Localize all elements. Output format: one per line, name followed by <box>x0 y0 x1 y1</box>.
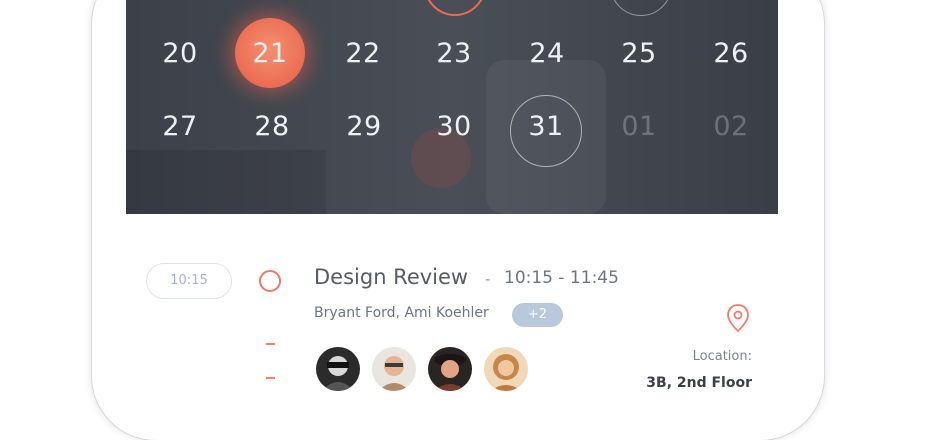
avatar[interactable] <box>484 347 528 391</box>
avatar[interactable] <box>428 347 472 391</box>
avatar[interactable] <box>316 347 360 391</box>
day-cell[interactable]: 30 <box>419 111 489 143</box>
background-photo-shape <box>126 150 326 214</box>
avatar[interactable] <box>372 347 416 391</box>
calendar-grid: 20 21 22 23 24 25 26 27 28 29 30 31 01 0… <box>126 0 778 214</box>
app-screen: 20 21 22 23 24 25 26 27 28 29 30 31 01 0… <box>126 0 778 400</box>
location-label: Location: <box>692 349 752 364</box>
day-cell[interactable]: 29 <box>329 111 399 143</box>
day-marker-ring <box>610 0 672 16</box>
day-cell[interactable]: 28 <box>237 111 307 143</box>
more-attendees-badge[interactable]: +2 <box>512 303 563 327</box>
event-time-range: 10:15 - 11:45 <box>504 268 619 288</box>
day-cell-selected[interactable]: 21 <box>235 38 305 70</box>
event-title[interactable]: Design Review <box>314 265 468 289</box>
day-cell[interactable]: 23 <box>419 38 489 70</box>
location-value: 3B, 2nd Floor <box>646 375 752 391</box>
event-separator: - <box>485 270 491 288</box>
day-cell[interactable]: 25 <box>604 38 674 70</box>
day-cell[interactable]: 20 <box>145 38 215 70</box>
circle-ring-icon <box>259 270 281 292</box>
day-cell[interactable]: 27 <box>145 111 215 143</box>
day-cell-next-month[interactable]: 01 <box>604 111 674 143</box>
day-marker-ring <box>424 0 486 16</box>
timeline-dash <box>266 343 275 345</box>
day-cell[interactable]: 24 <box>512 38 582 70</box>
day-cell[interactable]: 22 <box>328 38 398 70</box>
map-pin-icon[interactable] <box>725 303 751 333</box>
event-time-pill[interactable]: 10:15 <box>146 263 232 299</box>
event-attendees: Bryant Ford, Ami Koehler <box>314 305 489 321</box>
timeline-dash <box>266 377 275 379</box>
day-cell-next-month[interactable]: 02 <box>696 111 766 143</box>
day-cell[interactable]: 26 <box>696 38 766 70</box>
day-cell-outlined[interactable]: 31 <box>511 111 581 143</box>
